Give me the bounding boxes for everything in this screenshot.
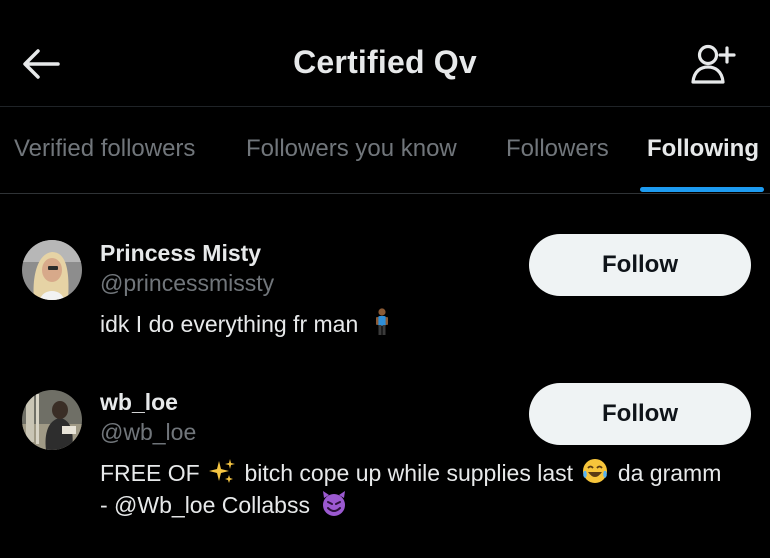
user-display-name[interactable]: wb_loe bbox=[100, 389, 178, 416]
avatar-photo bbox=[22, 240, 82, 300]
smiling-devil-emoji-icon bbox=[316, 489, 348, 525]
tears-of-joy-emoji-icon bbox=[579, 457, 611, 493]
follow-button[interactable]: Follow bbox=[529, 383, 751, 445]
user-handle[interactable]: @princessmissty bbox=[100, 270, 274, 297]
bio-text: idk I do everything fr man bbox=[100, 311, 359, 338]
tab-followers-you-know[interactable]: Followers you know bbox=[246, 135, 457, 163]
user-handle[interactable]: @wb_loe bbox=[100, 419, 196, 446]
avatar[interactable] bbox=[22, 240, 82, 300]
person-add-icon bbox=[691, 44, 736, 84]
bio-text: FREE OF bbox=[100, 460, 200, 487]
top-bar: Certified Qv bbox=[0, 0, 770, 106]
active-tab-indicator bbox=[640, 187, 764, 192]
page-title: Certified Qv bbox=[293, 44, 477, 80]
person-standing-emoji-icon bbox=[365, 307, 393, 345]
avatar[interactable] bbox=[22, 390, 82, 450]
add-person-button[interactable] bbox=[690, 42, 736, 86]
user-bio-line2: - @Wb_loe Collabss bbox=[100, 489, 348, 525]
bio-text: bitch cope up while supplies last bbox=[244, 460, 574, 487]
follow-button[interactable]: Follow bbox=[529, 234, 751, 296]
user-bio: idk I do everything fr man bbox=[100, 307, 393, 345]
user-row[interactable]: wb_loe @wb_loe FREE OF bitch cope up whi… bbox=[0, 354, 770, 558]
bio-text: da gramm bbox=[617, 460, 722, 487]
tab-verified-followers[interactable]: Verified followers bbox=[14, 135, 195, 163]
tab-followers[interactable]: Followers bbox=[506, 135, 609, 163]
user-row[interactable]: Princess Misty @princessmissty idk I do … bbox=[0, 194, 770, 354]
bio-text: - @Wb_loe Collabss bbox=[100, 492, 310, 519]
avatar-photo bbox=[22, 390, 82, 450]
tab-following[interactable]: Following bbox=[647, 135, 759, 163]
sparkles-emoji-icon bbox=[206, 457, 238, 493]
tab-bar: Verified followers Followers you know Fo… bbox=[0, 107, 770, 193]
user-bio: FREE OF bitch cope up while supplies las… bbox=[100, 457, 721, 493]
user-display-name[interactable]: Princess Misty bbox=[100, 240, 261, 267]
